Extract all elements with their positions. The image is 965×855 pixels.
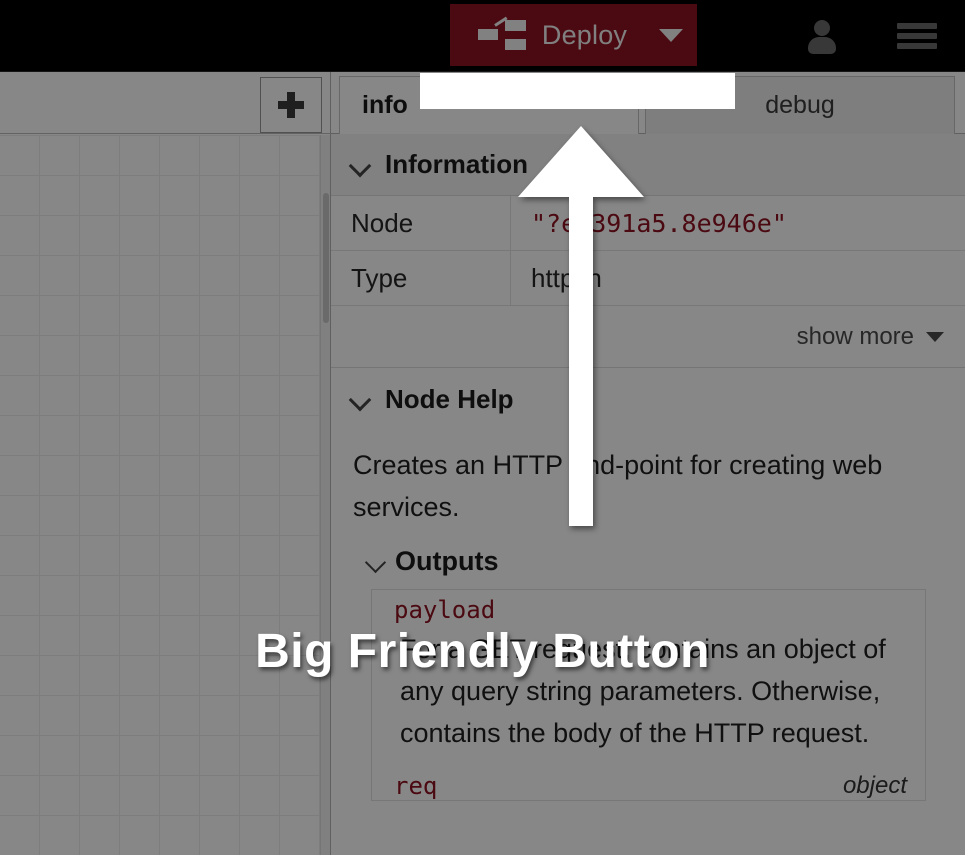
node-type-key: Type — [331, 251, 511, 305]
deploy-button-group[interactable]: Deploy — [450, 4, 697, 66]
info-panel: Information Node "?e8391a5.8e946e" Type … — [331, 134, 965, 855]
node-red-editor: Deploy info debug Information Node "?e83… — [0, 0, 965, 855]
table-row: Node "?e8391a5.8e946e" — [331, 196, 965, 251]
node-help-body: Creates an HTTP end-point for creating w… — [331, 430, 965, 801]
add-flow-tab-button[interactable] — [260, 77, 322, 133]
main-menu-button[interactable] — [897, 23, 937, 49]
flow-canvas-grid[interactable] — [0, 135, 320, 855]
table-row: req object — [372, 768, 925, 800]
table-row: Type http in — [331, 251, 965, 306]
screen-root: Deploy info debug Information Node "?e83… — [0, 0, 965, 855]
chevron-down-icon — [659, 28, 683, 42]
user-icon — [805, 18, 839, 54]
chevron-down-icon — [367, 553, 385, 571]
deploy-button-label: Deploy — [541, 19, 628, 50]
scrollbar-thumb[interactable] — [323, 193, 329, 323]
chevron-down-icon — [351, 390, 369, 408]
deploy-nodes-icon — [477, 16, 526, 52]
node-help-description: Creates an HTTP end-point for creating w… — [353, 450, 883, 522]
information-section-title: Information — [385, 149, 528, 179]
show-more-button[interactable]: show more — [331, 306, 965, 368]
flow-tabbar — [0, 72, 330, 134]
up-arrow-pointer — [518, 126, 644, 526]
tour-caption: Big Friendly Button — [255, 625, 710, 678]
output-name: payload — [394, 596, 496, 624]
node-help-section-header[interactable]: Node Help — [331, 368, 965, 430]
user-menu-button[interactable] — [805, 18, 839, 54]
deploy-options-button[interactable] — [645, 4, 697, 66]
show-more-label: show more — [796, 322, 914, 350]
outputs-section-header[interactable]: Outputs — [353, 528, 944, 583]
header-icon-group — [805, 0, 947, 72]
outputs-table: payload For a GET request, contains an o… — [371, 589, 926, 801]
chevron-down-icon — [351, 156, 369, 174]
tab-debug-label: debug — [765, 91, 835, 119]
caret-down-icon — [926, 331, 944, 342]
right-sidebar: info debug Information Node "?e8391a5.8e… — [330, 72, 965, 855]
information-section-header[interactable]: Information — [331, 134, 965, 196]
tab-info-label: info — [362, 91, 408, 119]
hamburger-menu-icon — [897, 23, 937, 49]
output-name: req — [394, 772, 438, 800]
node-help-section-title: Node Help — [385, 383, 514, 414]
plus-icon — [277, 91, 305, 119]
flow-workspace — [0, 72, 330, 855]
app-header: Deploy — [0, 0, 965, 72]
tour-spotlight-cutout — [420, 73, 735, 109]
output-type: object — [842, 772, 907, 799]
node-id-key: Node — [331, 196, 511, 250]
workspace-scrollbar[interactable] — [320, 135, 330, 855]
deploy-button[interactable]: Deploy — [450, 4, 645, 66]
outputs-section-title: Outputs — [395, 546, 499, 576]
